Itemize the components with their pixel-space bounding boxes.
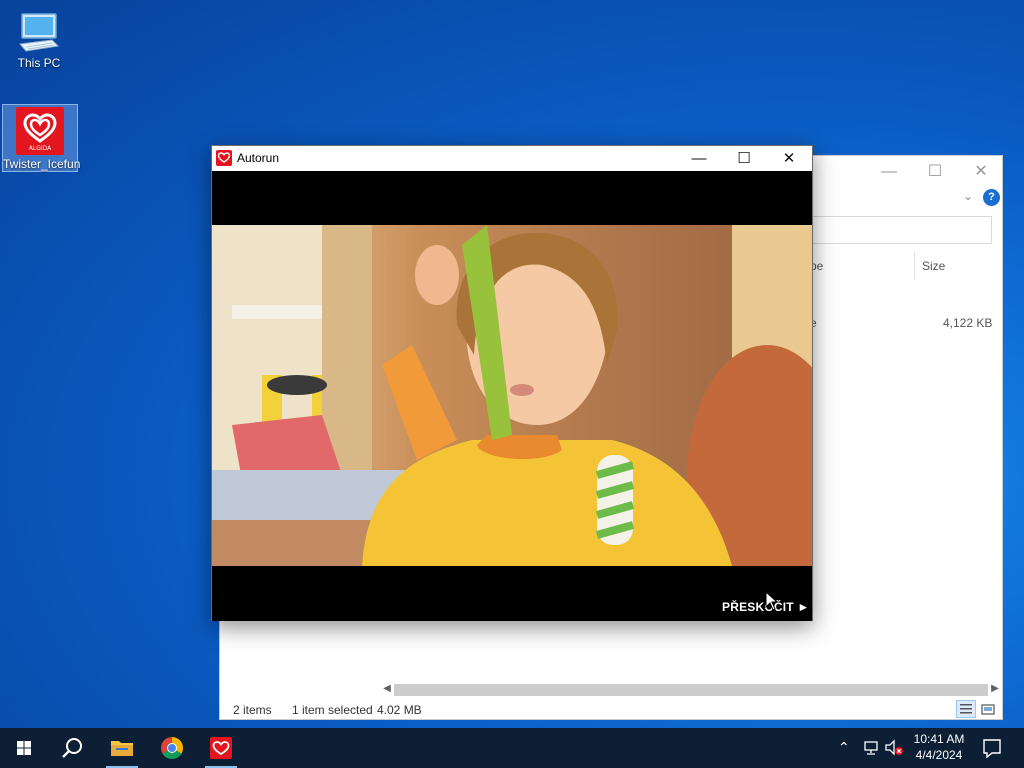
minimize-button[interactable]: —	[676, 146, 722, 171]
autorun-titlebar[interactable]: Autorun — ☐ ✕	[212, 146, 812, 171]
start-icon	[17, 741, 31, 755]
clock-time: 10:41 AM	[913, 732, 965, 746]
desktop-icon-twister-icefun[interactable]: ALGIDA Twister_Icefun	[2, 104, 81, 172]
taskbar-file-explorer[interactable]	[102, 728, 142, 768]
explorer-close-button[interactable]: ✕	[966, 162, 996, 182]
system-tray: ⌃	[838, 728, 904, 768]
search-icon	[62, 738, 82, 758]
autorun-window[interactable]: Autorun — ☐ ✕ PŘESKOČIT ►	[211, 145, 813, 621]
details-view-button[interactable]	[956, 700, 976, 718]
horizontal-scrollbar[interactable]: ◀ ▶	[380, 681, 1002, 697]
notification-icon	[983, 739, 1001, 759]
algida-heart-icon	[216, 150, 232, 166]
search-input[interactable]	[812, 216, 992, 244]
autorun-icon	[210, 737, 232, 759]
status-item-count: 2 items	[233, 703, 272, 717]
column-header-size[interactable]: Size	[922, 259, 945, 273]
taskbar: ⌃ 10:41 AM 4/4/2024	[0, 728, 1024, 768]
status-bar: 2 items 1 item selected 4.02 MB	[220, 700, 1002, 720]
taskbar-chrome[interactable]	[152, 728, 192, 768]
mouse-cursor-icon	[765, 591, 779, 611]
file-size-cell: 4,122 KB	[943, 316, 993, 330]
window-title: Autorun	[237, 151, 280, 165]
explorer-maximize-button[interactable]: ☐	[920, 162, 950, 182]
video-frame	[212, 225, 812, 566]
volume-muted-icon[interactable]	[884, 739, 904, 757]
chrome-icon	[161, 737, 183, 759]
large-icons-view-icon	[981, 704, 995, 715]
action-center-button[interactable]	[972, 728, 1012, 768]
network-icon[interactable]	[862, 740, 880, 756]
help-icon[interactable]: ?	[983, 189, 1000, 206]
taskbar-autorun[interactable]	[201, 728, 241, 768]
computer-icon	[16, 10, 62, 54]
status-size: 4.02 MB	[377, 703, 422, 717]
scroll-left-icon[interactable]: ◀	[380, 681, 394, 697]
clock-date: 4/4/2024	[915, 748, 963, 762]
start-button[interactable]	[4, 728, 44, 768]
desktop-icon-label: This PC	[17, 56, 61, 70]
status-selected: 1 item selected	[292, 703, 373, 717]
details-view-icon	[960, 704, 972, 714]
explorer-minimize-button[interactable]: —	[874, 162, 904, 182]
algida-heart-icon: ALGIDA	[16, 107, 64, 155]
scrollbar-thumb[interactable]	[394, 684, 988, 696]
show-hidden-icons-icon[interactable]: ⌃	[838, 739, 850, 756]
scroll-right-icon[interactable]: ▶	[988, 681, 1002, 697]
desktop-icon-this-pc[interactable]: This PC	[1, 6, 77, 76]
desktop-icon-label: Twister_Icefun	[3, 157, 81, 171]
search-button[interactable]	[52, 728, 92, 768]
algida-logo-text: ALGIDA	[29, 145, 52, 152]
column-divider	[914, 252, 915, 280]
file-explorer-icon	[111, 741, 133, 756]
large-icons-view-button[interactable]	[978, 700, 998, 718]
taskbar-clock[interactable]: 10:41 AM 4/4/2024	[904, 731, 974, 763]
desktop: This PC ALGIDA Twister_Icefun — ☐ ✕ ⌄ ? …	[0, 0, 1024, 728]
maximize-button[interactable]: ☐	[721, 146, 767, 171]
video-player[interactable]: PŘESKOČIT ►	[212, 171, 812, 621]
close-button[interactable]: ✕	[766, 146, 812, 171]
chevron-down-icon[interactable]: ⌄	[963, 189, 973, 203]
